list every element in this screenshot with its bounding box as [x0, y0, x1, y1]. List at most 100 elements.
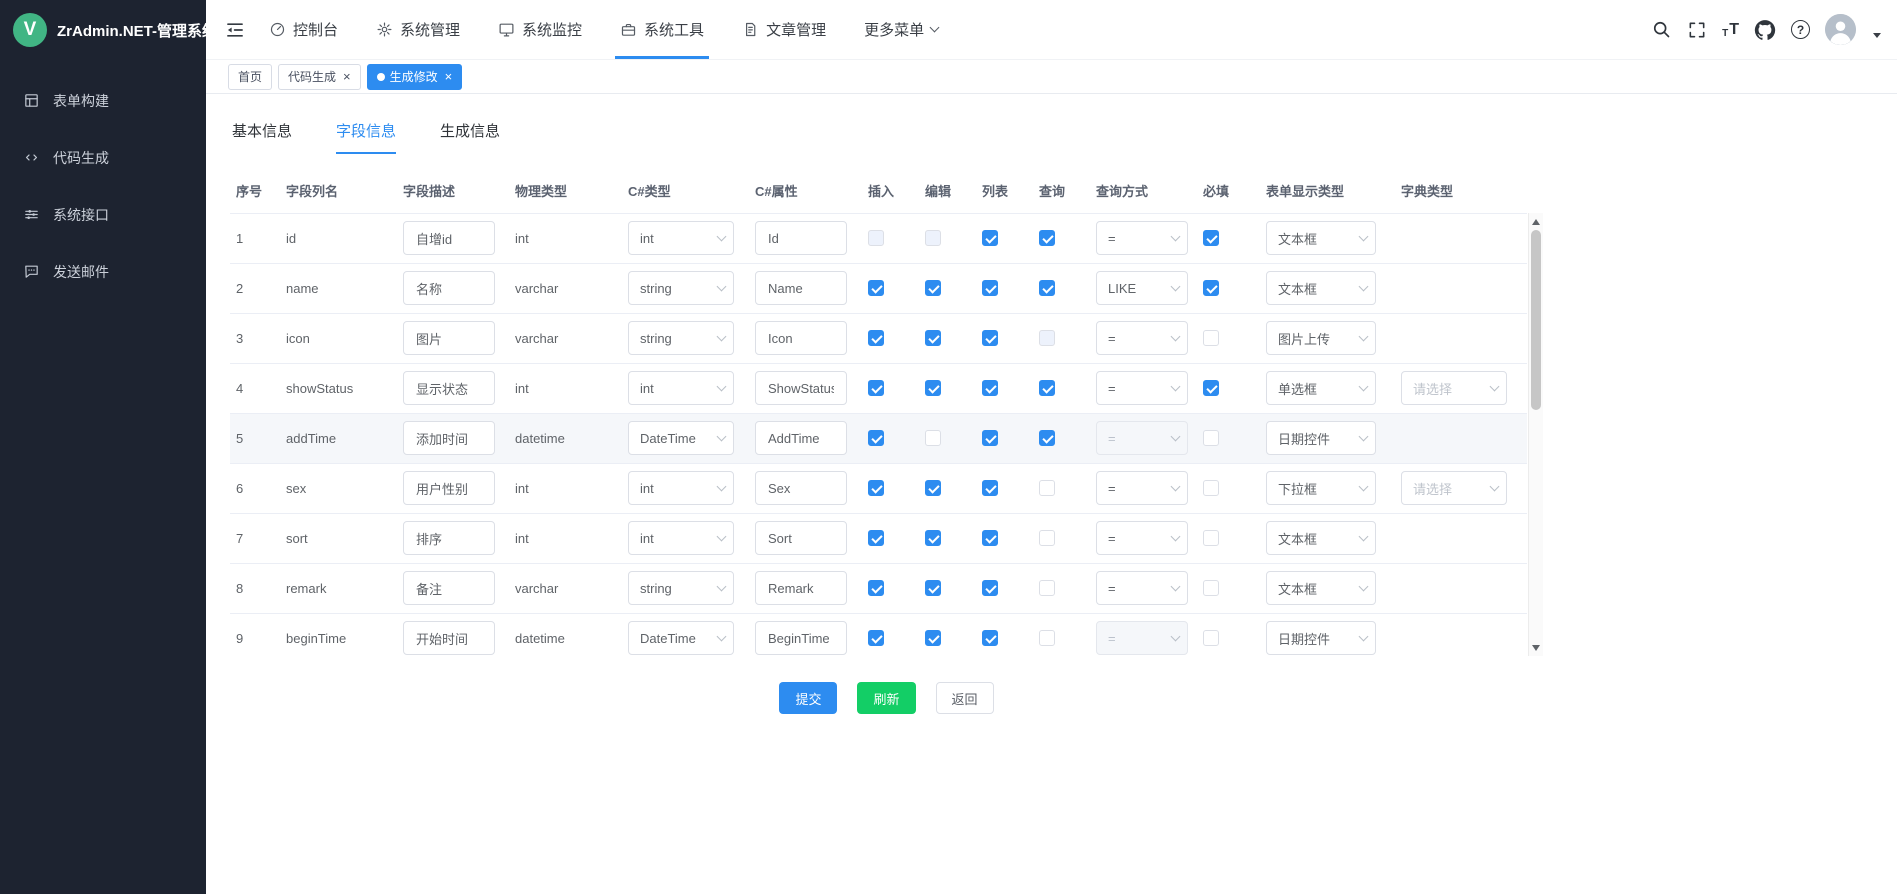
- cs-prop-input[interactable]: [755, 221, 847, 255]
- display-type-select[interactable]: 文本框: [1266, 571, 1376, 605]
- cs-type-select[interactable]: int: [628, 221, 734, 255]
- query-checkbox[interactable]: [1039, 380, 1055, 396]
- edit-checkbox[interactable]: [925, 430, 941, 446]
- field-desc-input[interactable]: [403, 571, 495, 605]
- tag-close-icon[interactable]: ×: [445, 70, 453, 83]
- sidebar-item-system-api[interactable]: 系统接口: [0, 186, 206, 243]
- tab-basic-info[interactable]: 基本信息: [232, 120, 292, 154]
- cs-type-select[interactable]: string: [628, 271, 734, 305]
- query-checkbox[interactable]: [1039, 480, 1055, 496]
- user-avatar[interactable]: [1825, 14, 1856, 45]
- tab-generate-info[interactable]: 生成信息: [440, 120, 500, 154]
- query-type-select[interactable]: =: [1096, 421, 1188, 455]
- dict-type-select[interactable]: 请选择: [1401, 471, 1507, 505]
- nav-item-system-tools[interactable]: 系统工具: [620, 0, 704, 59]
- field-desc-input[interactable]: [403, 621, 495, 655]
- cs-type-select[interactable]: DateTime: [628, 421, 734, 455]
- cs-type-select[interactable]: int: [628, 471, 734, 505]
- list-checkbox[interactable]: [982, 630, 998, 646]
- list-checkbox[interactable]: [982, 480, 998, 496]
- tag-gen-edit[interactable]: 生成修改×: [367, 64, 463, 90]
- edit-checkbox[interactable]: [925, 230, 941, 246]
- edit-checkbox[interactable]: [925, 380, 941, 396]
- cs-prop-input[interactable]: [755, 271, 847, 305]
- github-icon[interactable]: [1754, 19, 1776, 41]
- cs-type-select[interactable]: DateTime: [628, 621, 734, 655]
- fullscreen-icon[interactable]: [1687, 20, 1707, 40]
- cs-prop-input[interactable]: [755, 371, 847, 405]
- insert-checkbox[interactable]: [868, 230, 884, 246]
- list-checkbox[interactable]: [982, 530, 998, 546]
- query-type-select[interactable]: =: [1096, 371, 1188, 405]
- edit-checkbox[interactable]: [925, 280, 941, 296]
- nav-item-system-monitor[interactable]: 系统监控: [498, 0, 582, 59]
- nav-item-more-menu[interactable]: 更多菜单: [864, 0, 938, 59]
- search-icon[interactable]: [1651, 19, 1672, 40]
- query-type-select[interactable]: =: [1096, 621, 1188, 655]
- display-type-select[interactable]: 文本框: [1266, 221, 1376, 255]
- required-checkbox[interactable]: [1203, 380, 1219, 396]
- font-size-icon[interactable]: [1722, 21, 1739, 39]
- edit-checkbox[interactable]: [925, 580, 941, 596]
- field-desc-input[interactable]: [403, 271, 495, 305]
- display-type-select[interactable]: 图片上传: [1266, 321, 1376, 355]
- required-checkbox[interactable]: [1203, 280, 1219, 296]
- scroll-up-icon[interactable]: [1529, 215, 1543, 228]
- chevron-down-icon[interactable]: [1873, 33, 1881, 38]
- cs-type-select[interactable]: int: [628, 371, 734, 405]
- field-desc-input[interactable]: [403, 521, 495, 555]
- query-checkbox[interactable]: [1039, 330, 1055, 346]
- display-type-select[interactable]: 单选框: [1266, 371, 1376, 405]
- edit-checkbox[interactable]: [925, 530, 941, 546]
- query-type-select[interactable]: =: [1096, 571, 1188, 605]
- vertical-scrollbar[interactable]: [1528, 213, 1543, 656]
- field-desc-input[interactable]: [403, 471, 495, 505]
- list-checkbox[interactable]: [982, 430, 998, 446]
- scrollbar-thumb[interactable]: [1531, 230, 1541, 410]
- cs-prop-input[interactable]: [755, 321, 847, 355]
- insert-checkbox[interactable]: [868, 280, 884, 296]
- list-checkbox[interactable]: [982, 380, 998, 396]
- required-checkbox[interactable]: [1203, 430, 1219, 446]
- tab-field-info[interactable]: 字段信息: [336, 120, 396, 154]
- display-type-select[interactable]: 下拉框: [1266, 471, 1376, 505]
- field-desc-input[interactable]: [403, 371, 495, 405]
- query-checkbox[interactable]: [1039, 280, 1055, 296]
- insert-checkbox[interactable]: [868, 580, 884, 596]
- query-checkbox[interactable]: [1039, 580, 1055, 596]
- insert-checkbox[interactable]: [868, 630, 884, 646]
- sidebar-item-send-mail[interactable]: 发送邮件: [0, 243, 206, 300]
- insert-checkbox[interactable]: [868, 480, 884, 496]
- query-type-select[interactable]: =: [1096, 221, 1188, 255]
- refresh-button[interactable]: 刷新: [857, 682, 915, 714]
- required-checkbox[interactable]: [1203, 630, 1219, 646]
- sidebar-item-form-build[interactable]: 表单构建: [0, 72, 206, 129]
- dict-type-select[interactable]: 请选择: [1401, 371, 1507, 405]
- cs-prop-input[interactable]: [755, 521, 847, 555]
- display-type-select[interactable]: 日期控件: [1266, 421, 1376, 455]
- query-checkbox[interactable]: [1039, 630, 1055, 646]
- help-icon[interactable]: [1791, 20, 1810, 39]
- query-checkbox[interactable]: [1039, 530, 1055, 546]
- list-checkbox[interactable]: [982, 580, 998, 596]
- display-type-select[interactable]: 文本框: [1266, 271, 1376, 305]
- app-logo[interactable]: V ZrAdmin.NET-管理系统: [0, 0, 206, 60]
- back-button[interactable]: 返回: [936, 682, 994, 714]
- cs-prop-input[interactable]: [755, 421, 847, 455]
- tag-home[interactable]: 首页: [228, 64, 272, 90]
- field-desc-input[interactable]: [403, 421, 495, 455]
- cs-prop-input[interactable]: [755, 621, 847, 655]
- display-type-select[interactable]: 日期控件: [1266, 621, 1376, 655]
- query-type-select[interactable]: =: [1096, 521, 1188, 555]
- field-desc-input[interactable]: [403, 221, 495, 255]
- tag-code-gen[interactable]: 代码生成×: [278, 64, 361, 90]
- list-checkbox[interactable]: [982, 330, 998, 346]
- display-type-select[interactable]: 文本框: [1266, 521, 1376, 555]
- submit-button[interactable]: 提交: [779, 682, 837, 714]
- required-checkbox[interactable]: [1203, 530, 1219, 546]
- insert-checkbox[interactable]: [868, 530, 884, 546]
- query-type-select[interactable]: =: [1096, 471, 1188, 505]
- required-checkbox[interactable]: [1203, 480, 1219, 496]
- insert-checkbox[interactable]: [868, 330, 884, 346]
- cs-type-select[interactable]: string: [628, 571, 734, 605]
